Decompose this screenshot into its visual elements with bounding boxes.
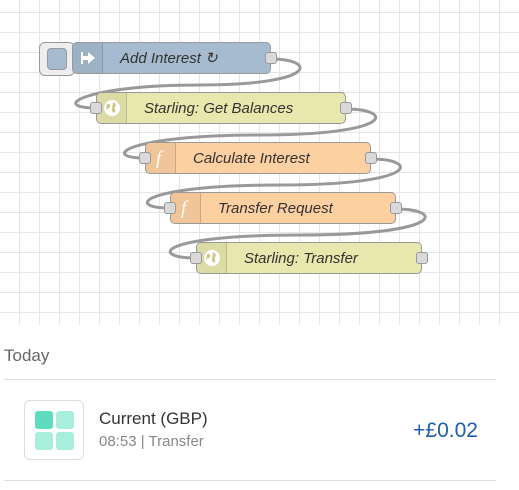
- node-starling-transfer[interactable]: Starling: Transfer: [190, 242, 428, 274]
- transaction-type: Transfer: [148, 433, 204, 450]
- inject-trigger-square[interactable]: [47, 48, 67, 70]
- inject-trigger-button[interactable]: [39, 42, 75, 76]
- node-transfer-request[interactable]: f Transfer Request: [164, 192, 402, 224]
- node-label: Calculate Interest: [193, 149, 310, 167]
- node-label: Transfer Request: [218, 199, 333, 217]
- section-title-today: Today: [4, 346, 50, 365]
- row-divider: [4, 480, 496, 481]
- transaction-time: 08:53: [99, 433, 137, 450]
- svg-text:f: f: [181, 198, 189, 218]
- output-port[interactable]: [265, 52, 277, 64]
- svg-text:f: f: [156, 148, 164, 168]
- input-port[interactable]: [190, 252, 202, 264]
- transaction-name: Current (GBP): [99, 409, 208, 428]
- transaction-amount: +£0.02: [413, 419, 478, 442]
- section-divider: [4, 379, 496, 380]
- flow-canvas[interactable]: Add Interest ↻ Starling: Get Balances f …: [0, 0, 519, 325]
- output-port[interactable]: [390, 202, 402, 214]
- node-add-interest[interactable]: Add Interest ↻: [72, 42, 277, 74]
- input-port[interactable]: [164, 202, 176, 214]
- transaction-meta: 08:53 | Transfer: [99, 433, 204, 450]
- node-label: Add Interest ↻: [120, 50, 218, 67]
- output-port[interactable]: [416, 252, 428, 264]
- output-port[interactable]: [340, 102, 352, 114]
- arrow-right-icon: [73, 43, 103, 73]
- account-tiles-icon: [24, 400, 84, 460]
- transaction-row[interactable]: Current (GBP) 08:53 | Transfer +£0.02: [24, 400, 496, 462]
- node-label: Starling: Get Balances: [144, 99, 294, 117]
- node-label: Starling: Transfer: [244, 249, 358, 267]
- node-calculate-interest[interactable]: f Calculate Interest: [139, 142, 377, 174]
- input-port[interactable]: [139, 152, 151, 164]
- node-starling-get-balances[interactable]: Starling: Get Balances: [90, 92, 352, 124]
- input-port[interactable]: [90, 102, 102, 114]
- output-port[interactable]: [365, 152, 377, 164]
